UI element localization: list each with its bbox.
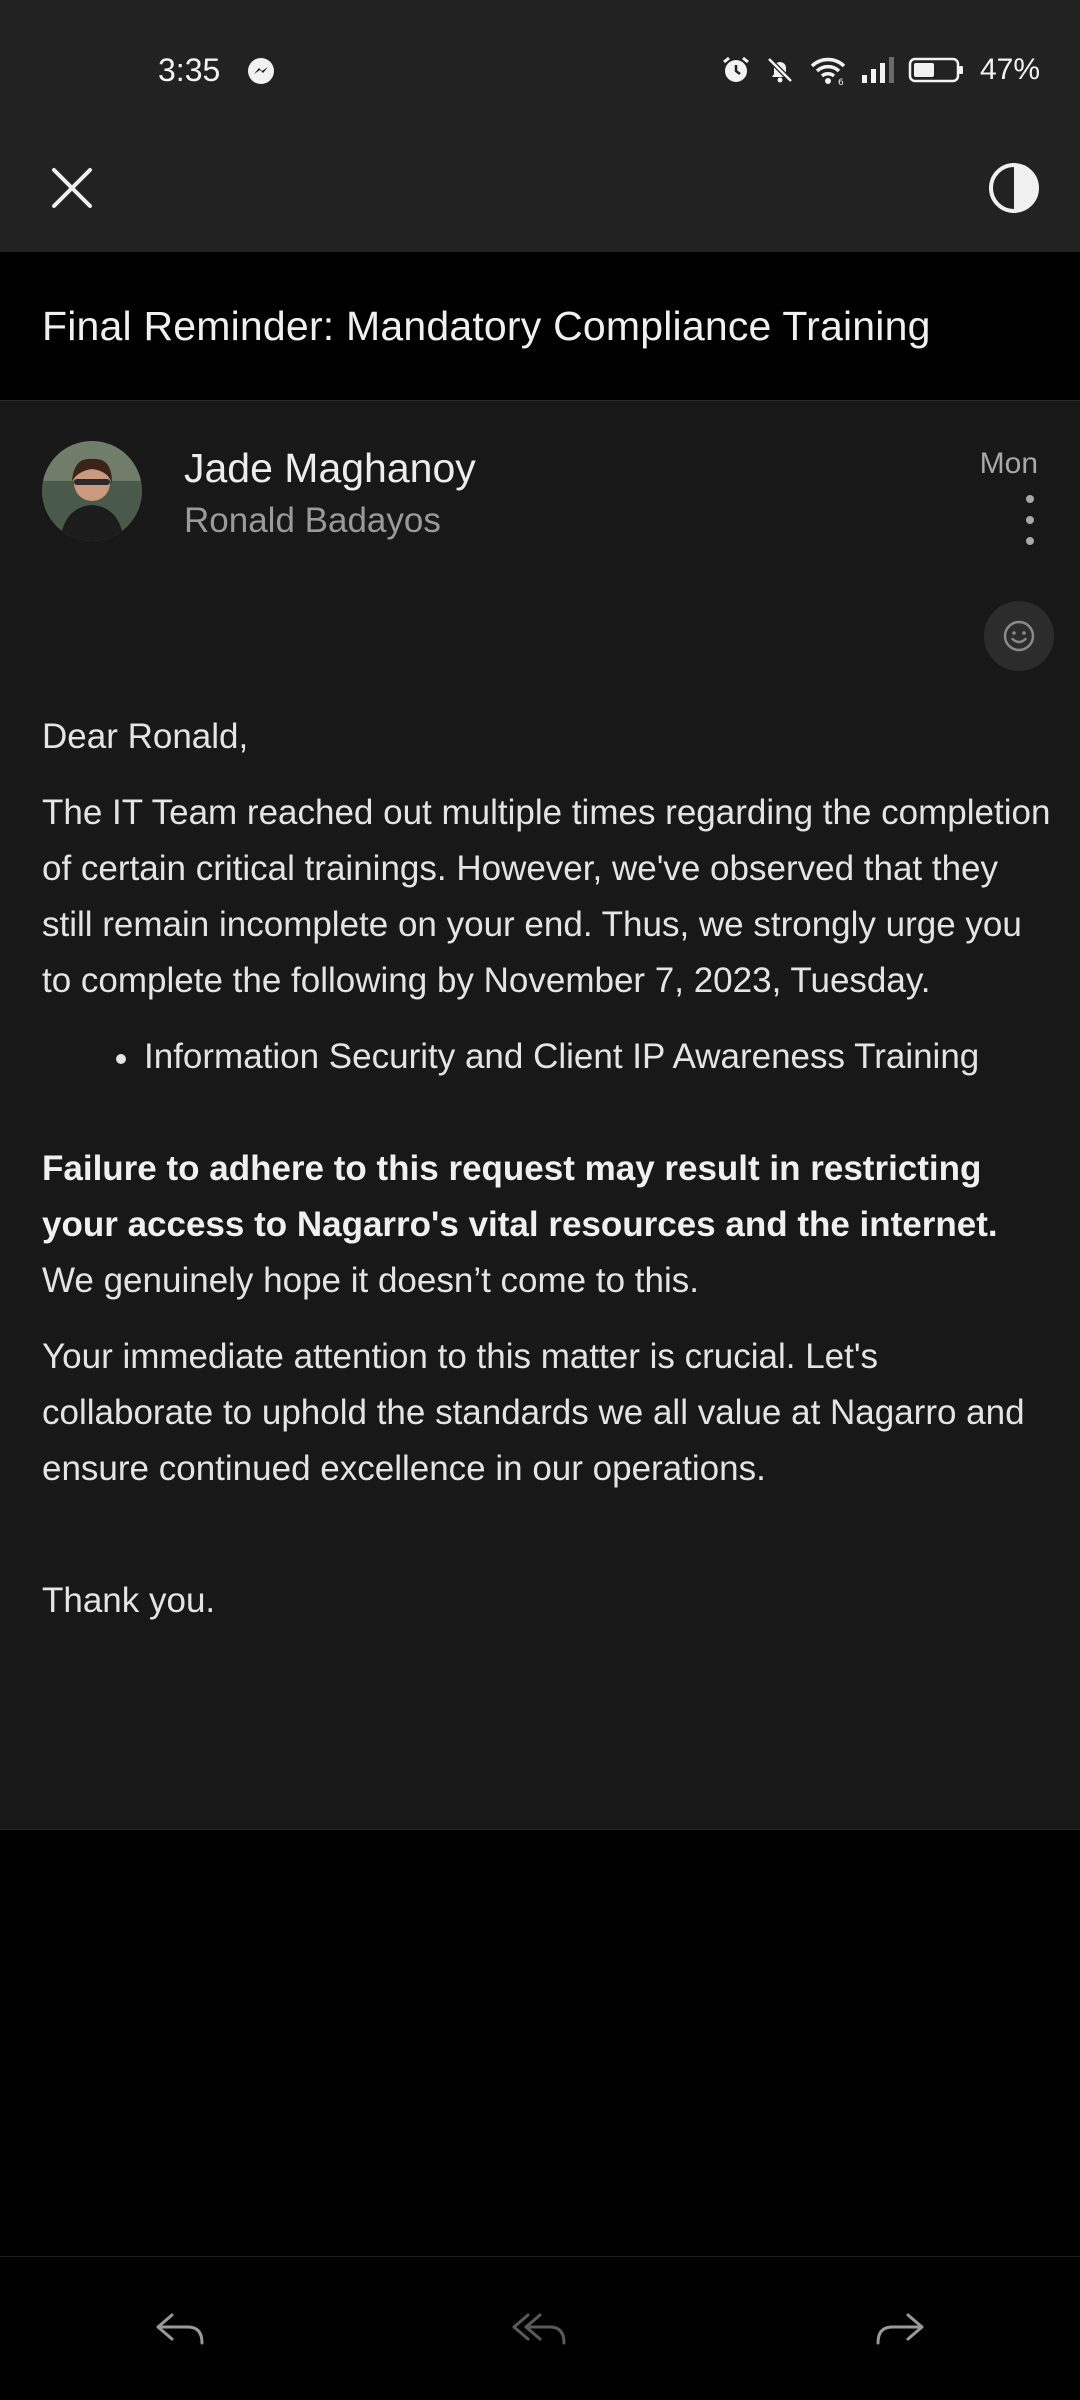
closing: Thank you. <box>42 1581 216 1620</box>
email-date: Mon <box>979 447 1038 480</box>
list-item: Information Security and Client IP Aware… <box>116 1029 1052 1085</box>
wifi-icon: 6 <box>810 57 846 86</box>
more-dot <box>1026 516 1034 524</box>
warning-rest: We genuinely hope it doesn’t come to thi… <box>42 1261 699 1300</box>
close-icon <box>52 168 92 208</box>
more-options-button[interactable] <box>1018 495 1042 545</box>
warning-paragraph: Failure to adhere to this request may re… <box>42 1141 1052 1309</box>
bell-off-icon <box>767 57 793 83</box>
greeting: Dear Ronald, <box>42 717 249 756</box>
battery-icon <box>908 57 963 83</box>
mail-toolbar <box>0 142 1080 252</box>
more-dot <box>1026 495 1034 503</box>
email-subject: Final Reminder: Mandatory Compliance Tra… <box>42 302 931 349</box>
smiley-icon <box>1003 620 1035 652</box>
body-paragraph: The IT Team reached out multiple times r… <box>42 793 1051 1000</box>
messenger-icon <box>248 58 274 84</box>
battery-percent: 47% <box>979 53 1040 86</box>
close-button[interactable] <box>40 156 104 220</box>
recipient-name[interactable]: Ronald Badayos <box>184 501 441 541</box>
warning-bold: Failure to adhere to this request may re… <box>42 1149 998 1244</box>
subject-bar: Final Reminder: Mandatory Compliance Tra… <box>0 252 1080 400</box>
forward-icon <box>876 2313 924 2345</box>
sender-name[interactable]: Jade Maghanoy <box>184 445 476 492</box>
status-bar: 3:35 6 47% <box>0 0 1080 142</box>
reply-all-icon <box>512 2313 566 2345</box>
more-dot <box>1026 537 1034 545</box>
alarm-icon <box>723 56 749 82</box>
signal-icon <box>861 57 894 83</box>
reply-icon <box>156 2313 204 2345</box>
email-message: Jade Maghanoy Ronald Badayos Mon Dear Ro… <box>0 400 1080 1830</box>
status-time: 3:35 <box>158 52 221 88</box>
body-paragraph: Your immediate attention to this matter … <box>42 1337 1025 1488</box>
training-list: Information Security and Client IP Aware… <box>116 1029 1052 1085</box>
status-icons: 6 47% <box>720 50 1040 90</box>
contrast-icon <box>989 163 1039 213</box>
bottom-action-bar <box>0 2256 1080 2400</box>
add-reaction-button[interactable] <box>984 601 1054 671</box>
sender-avatar[interactable] <box>42 441 142 541</box>
email-body: Dear Ronald, The IT Team reached out mul… <box>42 709 1052 1649</box>
reply-all-button[interactable] <box>504 2293 576 2365</box>
svg-text:6: 6 <box>838 78 844 86</box>
forward-button[interactable] <box>864 2293 936 2365</box>
theme-toggle-button[interactable] <box>978 152 1050 224</box>
avatar-image <box>42 441 142 541</box>
reply-button[interactable] <box>144 2293 216 2365</box>
